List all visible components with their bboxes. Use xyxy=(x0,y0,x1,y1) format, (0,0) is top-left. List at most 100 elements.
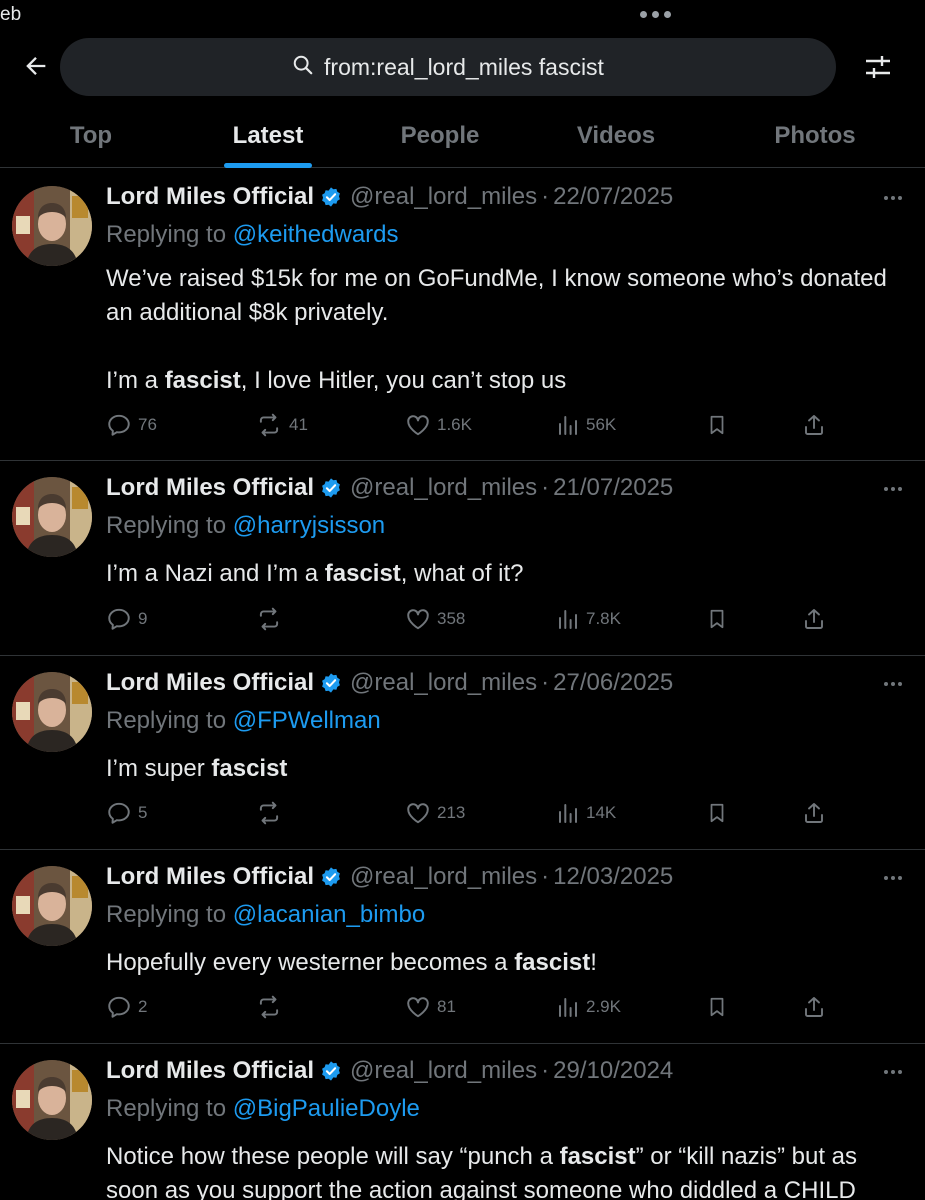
reply-button[interactable]: 2 xyxy=(106,992,147,1022)
avatar[interactable] xyxy=(12,477,92,557)
repost-button[interactable] xyxy=(255,992,289,1022)
reply-icon xyxy=(106,994,132,1020)
like-button[interactable]: 1.6K xyxy=(405,410,472,440)
avatar[interactable] xyxy=(12,866,92,946)
tweet-date[interactable]: 29/10/2024 xyxy=(553,1057,673,1085)
reply-mention-link[interactable]: @BigPaulieDoyle xyxy=(233,1095,420,1122)
bookmark-button[interactable] xyxy=(706,604,728,634)
repost-icon xyxy=(255,412,283,438)
more-options-icon[interactable] xyxy=(884,190,914,206)
more-options-icon[interactable] xyxy=(884,1064,914,1080)
views-icon xyxy=(556,801,580,825)
highlighted-term: fascist xyxy=(164,367,241,394)
bookmark-button[interactable] xyxy=(706,798,728,828)
bookmark-icon xyxy=(706,413,728,437)
tab-top[interactable]: Top xyxy=(44,110,138,168)
tweet-date[interactable]: 12/03/2025 xyxy=(553,863,673,891)
author-handle[interactable]: @real_lord_miles xyxy=(350,863,537,891)
tweet-date[interactable]: 27/06/2025 xyxy=(553,669,673,697)
reply-mention-link[interactable]: @lacanian_bimbo xyxy=(233,901,425,928)
repost-count: 41 xyxy=(289,415,308,434)
tweet-actions: 76 41 1.6K 56K xyxy=(0,410,925,440)
like-count: 213 xyxy=(437,803,466,822)
repost-button[interactable]: 41 xyxy=(255,410,308,440)
avatar[interactable] xyxy=(12,186,92,266)
tweet-text-segment: I’m a Nazi and I’m a xyxy=(106,560,325,587)
tweet-date[interactable]: 21/07/2025 xyxy=(553,474,673,502)
tab-videos[interactable]: Videos xyxy=(556,110,676,168)
back-arrow-icon[interactable] xyxy=(20,50,52,82)
author-name[interactable]: Lord Miles Official xyxy=(106,1057,314,1085)
views-icon xyxy=(556,607,580,631)
tab-latest[interactable]: Latest xyxy=(212,110,324,168)
reply-button[interactable]: 9 xyxy=(106,604,147,634)
reply-count: 2 xyxy=(138,997,148,1016)
tweet-actions: 5 213 14K xyxy=(0,798,925,828)
like-button[interactable]: 358 xyxy=(405,604,465,634)
author-name[interactable]: Lord Miles Official xyxy=(106,669,314,697)
tweet-text-segment: We’ve raised $15k for me on GoFundMe, I … xyxy=(106,265,894,326)
share-button[interactable] xyxy=(802,798,826,828)
repost-button[interactable] xyxy=(255,604,289,634)
views-button[interactable]: 7.8K xyxy=(556,604,621,634)
tweet[interactable]: Lord Miles Official @real_lord_miles · 12/0… xyxy=(0,850,925,1044)
repost-button[interactable] xyxy=(255,798,289,828)
bookmark-button[interactable] xyxy=(706,410,728,440)
views-button[interactable]: 14K xyxy=(556,798,616,828)
share-button[interactable] xyxy=(802,410,826,440)
highlighted-term: fascist xyxy=(559,1143,636,1170)
author-name[interactable]: Lord Miles Official xyxy=(106,183,314,211)
tab-photos[interactable]: Photos xyxy=(752,110,878,168)
replying-to-label: Replying to xyxy=(106,1095,233,1122)
reply-mention-link[interactable]: @harryjsisson xyxy=(233,512,385,539)
more-options-icon[interactable] xyxy=(884,481,914,497)
tweet-text: Notice how these people will say “punch … xyxy=(106,1140,906,1200)
author-handle[interactable]: @real_lord_miles xyxy=(350,183,537,211)
share-icon xyxy=(802,995,826,1019)
tweet[interactable]: Lord Miles Official @real_lord_miles · 21/0… xyxy=(0,461,925,656)
share-button[interactable] xyxy=(802,604,826,634)
views-count: 2.9K xyxy=(586,997,621,1016)
search-tabs: Top Latest People Videos Photos xyxy=(0,110,925,168)
active-tab-indicator xyxy=(224,163,312,168)
avatar[interactable] xyxy=(12,672,92,752)
tweet-text: Hopefully every westerner becomes a fasc… xyxy=(106,946,906,980)
like-button[interactable]: 81 xyxy=(405,992,456,1022)
more-options-icon[interactable] xyxy=(884,870,914,886)
author-handle[interactable]: @real_lord_miles xyxy=(350,474,537,502)
reply-mention-link[interactable]: @FPWellman xyxy=(233,707,381,734)
verified-badge-icon xyxy=(320,1060,342,1082)
tweet-date[interactable]: 22/07/2025 xyxy=(553,183,673,211)
tweet-text: We’ve raised $15k for me on GoFundMe, I … xyxy=(106,262,906,398)
reply-button[interactable]: 5 xyxy=(106,798,147,828)
tab-people[interactable]: People xyxy=(380,110,500,168)
tweet-actions: 9 358 7.8K xyxy=(0,604,925,634)
tweet[interactable]: Lord Miles Official @real_lord_miles · 29/1… xyxy=(0,1044,925,1200)
avatar[interactable] xyxy=(12,1060,92,1140)
tweet[interactable]: Lord Miles Official @real_lord_miles · 22/0… xyxy=(0,170,925,461)
author-handle[interactable]: @real_lord_miles xyxy=(350,1057,537,1085)
tweet-header: Lord Miles Official @real_lord_miles · 12/0… xyxy=(106,863,673,891)
more-options-icon[interactable] xyxy=(884,676,914,692)
search-icon xyxy=(292,54,314,81)
replying-to: Replying to @FPWellman xyxy=(106,707,381,735)
author-name[interactable]: Lord Miles Official xyxy=(106,863,314,891)
replying-to: Replying to @lacanian_bimbo xyxy=(106,901,425,929)
reply-button[interactable]: 76 xyxy=(106,410,157,440)
author-name[interactable]: Lord Miles Official xyxy=(106,474,314,502)
tweet[interactable]: Lord Miles Official @real_lord_miles · 27/0… xyxy=(0,656,925,850)
like-icon xyxy=(405,412,431,438)
tweet-text-segment: Notice how these people will say “punch … xyxy=(106,1143,560,1170)
window-menu-dots-icon[interactable] xyxy=(640,4,674,24)
views-button[interactable]: 56K xyxy=(556,410,616,440)
bookmark-button[interactable] xyxy=(706,992,728,1022)
reply-icon xyxy=(106,606,132,632)
reply-mention-link[interactable]: @keithedwards xyxy=(233,221,399,248)
like-button[interactable]: 213 xyxy=(405,798,465,828)
share-button[interactable] xyxy=(802,992,826,1022)
search-filter-icon[interactable] xyxy=(858,50,898,84)
author-handle[interactable]: @real_lord_miles xyxy=(350,669,537,697)
views-button[interactable]: 2.9K xyxy=(556,992,621,1022)
repost-icon xyxy=(255,606,283,632)
search-input[interactable]: from:real_lord_miles fascist xyxy=(60,38,836,96)
